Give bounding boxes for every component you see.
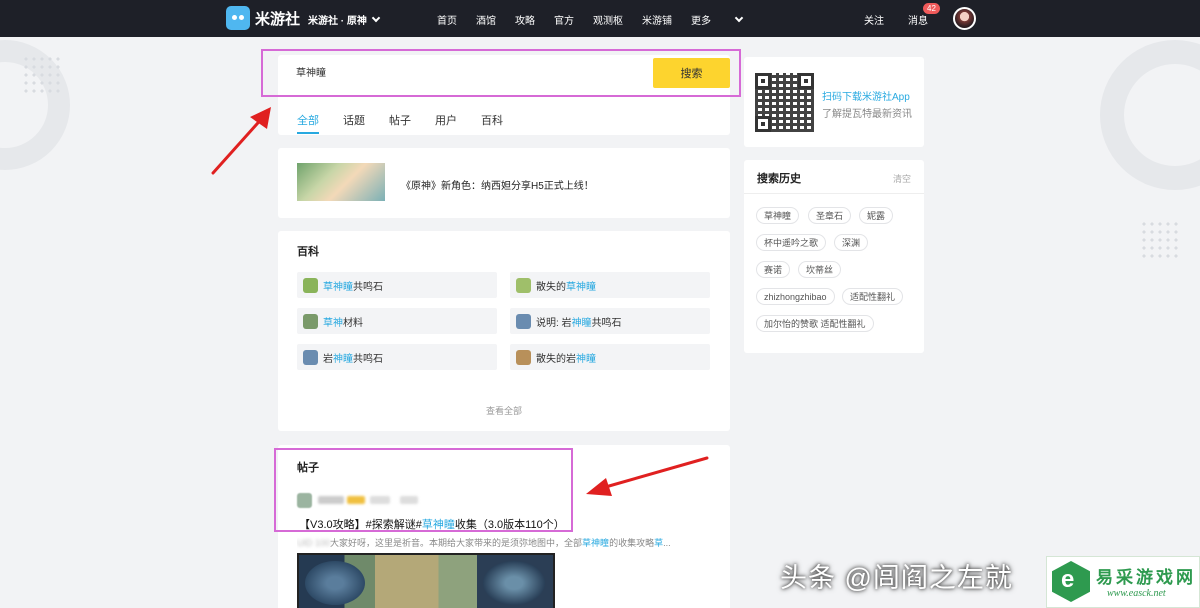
material-icon: [303, 313, 318, 329]
red-arrow-post: [586, 456, 709, 496]
post-desc-ellipsis: ...: [663, 538, 671, 548]
wiki-item-text: 散失的岩: [536, 353, 576, 365]
wiki-item[interactable]: 草神 材料: [297, 308, 497, 334]
watermark-site-url: www.easck.net: [1107, 588, 1166, 599]
wiki-item-text: 散失的: [536, 281, 566, 293]
post-desc-text: 的收集攻略: [609, 538, 655, 548]
wiki-item-text: 材料: [343, 317, 363, 329]
logo-text: 米游社: [255, 10, 301, 28]
wiki-heading: 百科: [297, 246, 319, 258]
search-tabs: 全部 话题 帖子 用户 百科: [297, 112, 527, 134]
red-arrow-search: [211, 107, 271, 175]
qr-finder-icon: [755, 116, 771, 132]
post-desc-highlight: 草: [654, 538, 664, 548]
history-tag[interactable]: 杯中遥吟之歌: [756, 234, 827, 251]
history-tag[interactable]: 草神瞳: [756, 207, 800, 224]
watermark-text: 头条 @闾阎之左就: [780, 563, 1013, 593]
wiki-item-highlight: 神瞳: [571, 317, 592, 329]
tab-all[interactable]: 全部: [297, 112, 319, 134]
dendro-oculus-icon: [303, 277, 318, 293]
tab-wiki[interactable]: 百科: [481, 112, 503, 128]
nav-item-shop[interactable]: 米游铺: [642, 12, 672, 27]
community-label: 米游社 · 原神: [308, 16, 367, 27]
nav-item-guides[interactable]: 攻略: [515, 12, 535, 27]
messages-link[interactable]: 消息: [908, 12, 928, 27]
post-desc-highlight: 草神瞳: [582, 538, 610, 548]
geo-oculus-icon: [516, 349, 531, 365]
user-avatar[interactable]: [953, 7, 976, 30]
wiki-item-text: 岩: [323, 353, 333, 365]
history-tag[interactable]: 深渊: [834, 234, 869, 251]
app-download-subtitle: 了解提瓦特最新资讯: [822, 109, 912, 120]
wiki-item-text: 说明: 岩: [536, 317, 572, 329]
background-dots: [22, 55, 62, 95]
follow-link[interactable]: 关注: [864, 12, 884, 27]
qr-finder-icon: [755, 73, 771, 89]
message-count-badge: 42: [923, 3, 940, 14]
top-navigation-bar: 米游社 米游社 · 原神 首页 酒馆 攻略 官方 观测枢 米游铺 更多 关注 消…: [0, 0, 1200, 37]
wiki-item-highlight: 神瞳: [333, 353, 353, 365]
post-description: UID 100大家好呀，这里是祈音。本期给大家带来的是须弥地图中，全部草神瞳的收…: [297, 536, 707, 549]
wiki-item-highlight: 草神: [323, 317, 343, 329]
wiki-item[interactable]: 草神瞳 共鸣石: [297, 272, 497, 298]
nav-item-tavern[interactable]: 酒馆: [476, 12, 496, 27]
dendro-oculus-icon: [516, 277, 531, 293]
nav-item-observatory[interactable]: 观测枢: [593, 12, 623, 27]
background-dots: [1140, 220, 1180, 260]
nav-more[interactable]: 更多: [691, 12, 761, 27]
tab-users[interactable]: 用户: [435, 112, 457, 128]
history-tag[interactable]: zhizhongzhibao: [756, 288, 835, 305]
qr-code-icon: [755, 73, 814, 132]
chevron-down-icon: [734, 13, 744, 22]
wiki-item-highlight: 草神瞳: [566, 281, 596, 293]
history-tag[interactable]: 加尔怡的赞歌 适配性翻礼: [756, 315, 874, 332]
history-tag[interactable]: 适配性翻礼: [842, 288, 904, 305]
history-tag[interactable]: 赛诺: [756, 261, 791, 278]
view-all-link[interactable]: 查看全部: [486, 404, 522, 417]
news-thumbnail[interactable]: [297, 163, 385, 201]
wiki-item-highlight: 神瞳: [576, 353, 596, 365]
clear-history-button[interactable]: 清空: [893, 172, 911, 185]
nav-item-official[interactable]: 官方: [554, 12, 574, 27]
nav-item-home[interactable]: 首页: [437, 12, 457, 27]
background-ring-right: [1100, 40, 1200, 190]
wiki-item-highlight: 草神瞳: [323, 281, 353, 293]
divider: [744, 193, 924, 194]
nav-more-label: 更多: [691, 16, 711, 27]
wiki-item[interactable]: 散失的 草神瞳: [510, 272, 710, 298]
wiki-item-text: 共鸣石: [353, 281, 383, 293]
history-tag[interactable]: 坎蒂丝: [798, 261, 842, 278]
resonance-stone-icon: [516, 313, 531, 329]
post-desc-text: 大家好呀，这里是祈音。本期给大家带来的是须弥地图中，全部: [330, 538, 583, 548]
tab-posts[interactable]: 帖子: [389, 112, 411, 128]
news-title[interactable]: 《原神》新角色：纳西妲分享H5正式上线！: [401, 177, 594, 192]
wiki-item[interactable]: 岩神瞳 共鸣石: [297, 344, 497, 370]
site-logo[interactable]: 米游社: [226, 6, 300, 30]
wiki-item-text: 共鸣石: [591, 317, 622, 329]
app-download-link[interactable]: 扫码下载米游社App: [822, 88, 910, 103]
wiki-item[interactable]: 说明: 岩神瞳 共鸣石: [510, 308, 710, 334]
qr-finder-icon: [798, 73, 814, 89]
resonance-stone-icon: [303, 349, 318, 365]
main-nav: 首页 酒馆 攻略 官方 观测枢 米游铺 更多: [437, 12, 780, 27]
history-tag[interactable]: 妮露: [859, 207, 894, 224]
search-history-title: 搜索历史: [757, 173, 801, 185]
chevron-down-icon: [371, 13, 381, 22]
highlight-box-search: [261, 49, 741, 97]
tab-topics[interactable]: 话题: [343, 112, 365, 128]
history-tag[interactable]: 圣章石: [808, 207, 852, 224]
post-desc-blurred: UID 100: [297, 538, 331, 548]
wiki-item-text: 共鸣石: [353, 353, 383, 365]
wiki-item[interactable]: 散失的岩 神瞳: [510, 344, 710, 370]
community-switcher[interactable]: 米游社 · 原神: [308, 12, 381, 27]
highlight-box-post: [274, 448, 573, 532]
watermark-site-name: 易采游戏网: [1096, 568, 1196, 588]
post-map-image[interactable]: [297, 553, 555, 608]
miyoushe-logo-icon: [226, 6, 250, 30]
